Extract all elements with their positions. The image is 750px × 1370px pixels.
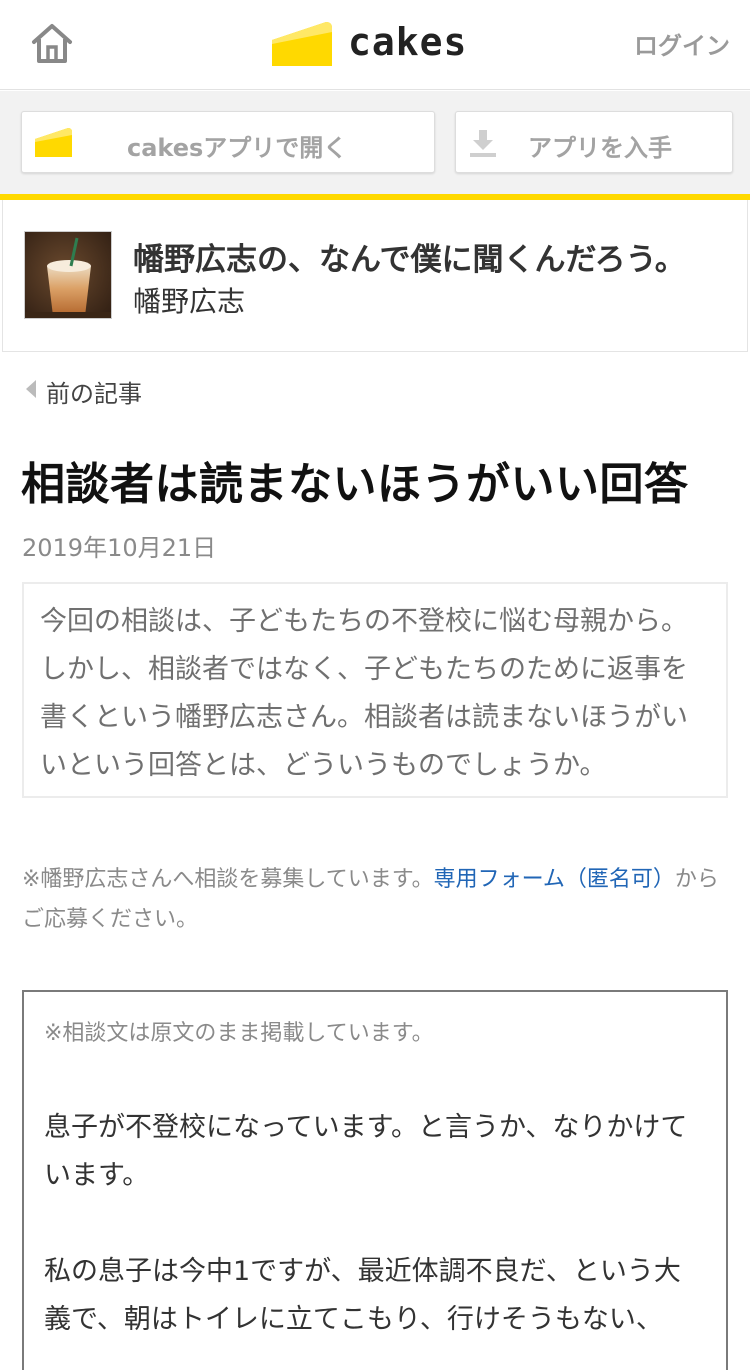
article-date: 2019年10月21日	[22, 534, 217, 562]
cake-slice-icon	[35, 128, 72, 157]
notice-prefix: ※幡野広志さんへ相談を募集しています。	[22, 867, 434, 892]
download-icon	[470, 130, 496, 157]
previous-article-label: 前の記事	[46, 380, 142, 408]
cakes-logo[interactable]: cakes	[270, 18, 466, 70]
home-icon	[32, 24, 72, 63]
cake-slice-icon	[272, 22, 332, 66]
get-app-button[interactable]: アプリを入手	[455, 111, 733, 173]
open-in-app-button[interactable]: cakesアプリで開く	[21, 111, 435, 173]
login-link[interactable]: ログイン	[634, 26, 730, 61]
coffee-photo-icon	[25, 232, 111, 318]
consultation-notice: ※幡野広志さんへ相談を募集しています。専用フォーム（匿名可）からご応募ください。	[22, 860, 732, 940]
series-header[interactable]: 幡野広志の、なんで僕に聞くんだろう。 幡野広志	[2, 200, 748, 352]
article-title: 相談者は読まないほうがいい回答	[21, 459, 689, 510]
triangle-left-icon	[26, 380, 36, 398]
letter-note: ※相談文は原文のまま掲載しています。	[44, 1021, 434, 1046]
logo-wordmark: cakes	[348, 20, 468, 64]
open-in-app-label: cakesアプリで開く	[127, 134, 348, 162]
series-title[interactable]: 幡野広志の、なんで僕に聞くんだろう。	[133, 234, 686, 279]
article-lead: 今回の相談は、子どもたちの不登校に悩む母親から。しかし、相談者ではなく、子どもた…	[40, 606, 688, 781]
site-header: cakes ログイン	[0, 0, 750, 90]
consultation-letter: ※相談文は原文のまま掲載しています。 息子が不登校になっています。と言うか、なり…	[22, 990, 728, 1370]
article-lead-box: 今回の相談は、子どもたちの不登校に悩む母親から。しかし、相談者ではなく、子どもた…	[22, 582, 728, 798]
home-button[interactable]	[28, 20, 76, 68]
get-app-label: アプリを入手	[528, 134, 672, 162]
letter-paragraph: 息子が不登校になっています。と言うか、なりかけています。	[44, 1112, 688, 1191]
series-author[interactable]: 幡野広志	[133, 280, 245, 320]
app-promo-bar: cakesアプリで開く アプリを入手	[0, 91, 750, 195]
letter-paragraph: 私の息子は今中1ですが、最近体調不良だ、という大義で、朝はトイレに立てこもり、行…	[44, 1256, 681, 1335]
consultation-form-link[interactable]: 専用フォーム（匿名可）	[434, 867, 675, 892]
series-thumbnail[interactable]	[24, 231, 112, 319]
